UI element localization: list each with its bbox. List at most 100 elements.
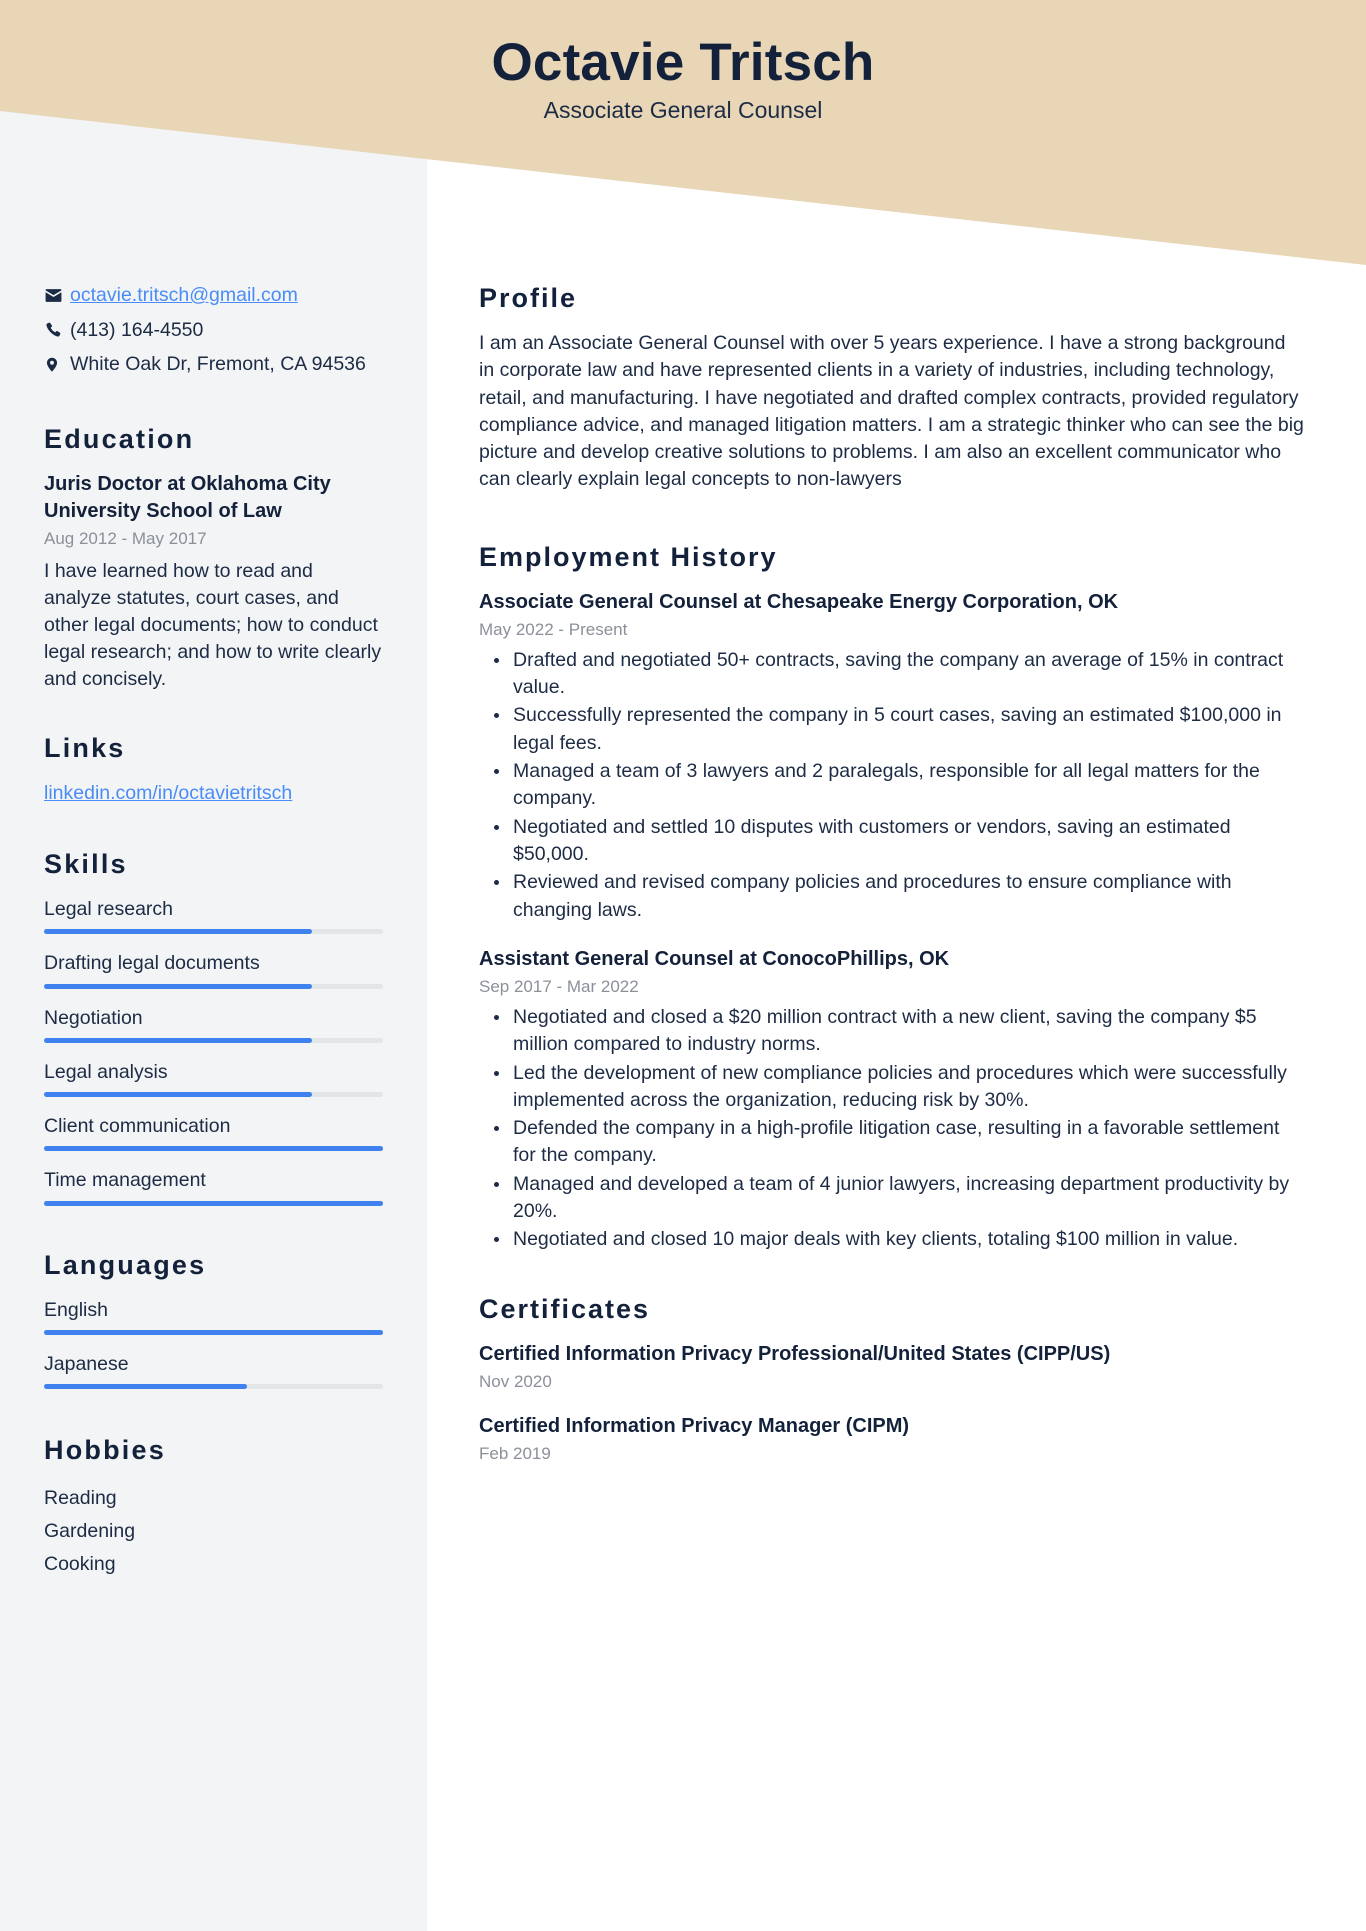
header-title-block: Octavie Tritsch Associate General Counse…	[0, 34, 1366, 125]
education-heading: Education	[44, 424, 195, 455]
certificates-heading: Certificates	[479, 1293, 651, 1324]
skill-label: Legal analysis	[44, 1060, 168, 1083]
hobby-list: Reading Gardening Cooking	[44, 1482, 383, 1580]
hobby-item: Gardening	[44, 1520, 136, 1543]
job-bullet-list: Negotiated and closed a $20 million cont…	[479, 1004, 1306, 1254]
skill: Drafting legal documents	[44, 950, 383, 989]
skill-level-fill	[44, 929, 312, 935]
candidate-role: Associate General Counsel	[543, 97, 823, 124]
skill: Legal analysis	[44, 1059, 383, 1098]
employment-heading: Employment History	[479, 541, 778, 572]
job-date: Sep 2017 - Mar 2022	[479, 976, 639, 996]
language-list: English Japanese	[44, 1297, 383, 1390]
skill-level-fill	[44, 1146, 383, 1152]
job-entry: Assistant General Counsel at ConocoPhill…	[479, 946, 1306, 1254]
email-link[interactable]: octavie.tritsch@gmail.com	[70, 284, 298, 306]
language-level-fill	[44, 1384, 248, 1390]
skill-level-fill	[44, 1200, 383, 1206]
skill: Time management	[44, 1167, 383, 1206]
job-bullet: Negotiated and closed a $20 million cont…	[479, 1004, 1306, 1059]
job-bullet-list: Drafted and negotiated 50+ contracts, sa…	[479, 647, 1306, 924]
language-level-bar	[44, 1384, 383, 1390]
job-entry: Associate General Counsel at Chesapeake …	[479, 589, 1306, 924]
job-bullet: Managed and developed a team of 4 junior…	[479, 1171, 1306, 1226]
profile-section: Profile I am an Associate General Counse…	[479, 283, 1306, 494]
language: English	[44, 1297, 383, 1336]
education-date: Aug 2012 - May 2017	[44, 528, 207, 548]
contact-row: (413) 164-4550	[44, 318, 383, 344]
links-section: Links linkedin.com/in/octavietritsch	[44, 733, 383, 807]
language-label: Japanese	[44, 1353, 129, 1376]
education-item-list: Juris Doctor at Oklahoma City University…	[44, 471, 383, 692]
certificate-title: Certified Information Privacy Profession…	[479, 1342, 1111, 1365]
link-list: linkedin.com/in/octavietritsch	[44, 780, 383, 807]
skill-label: Client communication	[44, 1115, 231, 1138]
job-bullet: Drafted and negotiated 50+ contracts, sa…	[479, 647, 1306, 702]
profile-text: I am an Associate General Counsel with o…	[479, 332, 1304, 491]
language-level-fill	[44, 1330, 383, 1336]
skill-level-bar	[44, 1037, 383, 1043]
certificate-list: Certified Information Privacy Profession…	[479, 1341, 1306, 1465]
skills-heading: Skills	[44, 848, 128, 879]
job-list: Associate General Counsel at Chesapeake …	[479, 589, 1306, 1254]
hobbies-section: Hobbies Reading Gardening Cooking	[44, 1435, 383, 1580]
skill-level-bar	[44, 1146, 383, 1152]
languages-section: Languages English Japanese	[44, 1250, 383, 1390]
job-bullet: Successfully represented the company in …	[479, 702, 1306, 757]
profile-heading: Profile	[479, 283, 578, 313]
skill-label: Drafting legal documents	[44, 952, 260, 975]
contact-row: White Oak Dr, Fremont, CA 94536	[44, 352, 383, 378]
job-title: Associate General Counsel at Chesapeake …	[479, 590, 1119, 613]
contact-value[interactable]: octavie.tritsch@gmail.com	[70, 283, 383, 309]
main-content: Profile I am an Associate General Counse…	[427, 0, 1366, 1931]
skill-level-bar	[44, 1200, 383, 1206]
skill-level-fill	[44, 983, 312, 989]
contact-value: (413) 164-4550	[70, 318, 204, 341]
hobby-item: Cooking	[44, 1552, 116, 1575]
resume-page: Octavie Tritsch Associate General Counse…	[0, 0, 1366, 1931]
certificate-item: Certified Information Privacy Profession…	[479, 1341, 1306, 1393]
job-bullet: Negotiated and closed 10 major deals wit…	[479, 1226, 1306, 1253]
job-bullet: Negotiated and settled 10 disputes with …	[479, 814, 1306, 869]
certificate-date: Nov 2020	[479, 1371, 552, 1391]
envelope-icon	[44, 283, 70, 305]
sidebar: octavie.tritsch@gmail.com (413) 164-4550 W…	[0, 0, 427, 1931]
candidate-name: Octavie Tritsch	[491, 33, 875, 92]
skill-level-bar	[44, 929, 383, 935]
certificate-title: Certified Information Privacy Manager (C…	[479, 1414, 910, 1437]
certificates-section: Certificates Certified Information Priva…	[479, 1294, 1306, 1465]
certificate-item: Certified Information Privacy Manager (C…	[479, 1413, 1306, 1465]
skill: Client communication	[44, 1113, 383, 1152]
contact-row: octavie.tritsch@gmail.com	[44, 283, 383, 309]
skill-level-bar	[44, 1092, 383, 1098]
skill: Negotiation	[44, 1005, 383, 1043]
skill-level-fill	[44, 1037, 312, 1043]
skill-level-fill	[44, 1092, 312, 1098]
profile-link[interactable]: linkedin.com/in/octavietritsch	[44, 780, 292, 807]
skills-section: Skills Legal research Drafting legal docu…	[44, 849, 383, 1206]
skill: Legal research	[44, 896, 383, 935]
links-heading: Links	[44, 732, 126, 763]
education-item: Juris Doctor at Oklahoma City University…	[44, 471, 383, 692]
language: Japanese	[44, 1351, 383, 1390]
certificate-date: Feb 2019	[479, 1443, 551, 1463]
hobbies-heading: Hobbies	[44, 1435, 166, 1466]
job-title: Assistant General Counsel at ConocoPhill…	[479, 947, 950, 970]
location-pin-icon	[44, 352, 70, 374]
education-section: Education Juris Doctor at Oklahoma City …	[44, 424, 383, 692]
skill-label: Time management	[44, 1169, 206, 1192]
job-bullet: Defended the company in a high-profile l…	[479, 1115, 1306, 1170]
languages-heading: Languages	[44, 1249, 207, 1280]
job-bullet: Reviewed and revised company policies an…	[479, 869, 1306, 924]
contact-list: octavie.tritsch@gmail.com (413) 164-4550 W…	[44, 283, 383, 378]
skill-label: Legal research	[44, 897, 173, 920]
phone-icon	[44, 318, 70, 339]
skill-list: Legal research Drafting legal documents Ne…	[44, 896, 383, 1206]
language-label: English	[44, 1298, 108, 1321]
hobby-item: Reading	[44, 1487, 117, 1510]
contact-value: White Oak Dr, Fremont, CA 94536	[70, 353, 366, 376]
education-description: I have learned how to read and analyze s…	[44, 560, 382, 690]
job-bullet: Led the development of new compliance po…	[479, 1060, 1306, 1115]
education-title: Juris Doctor at Oklahoma City University…	[44, 473, 331, 522]
employment-section: Employment History Associate General Cou…	[479, 542, 1306, 1254]
